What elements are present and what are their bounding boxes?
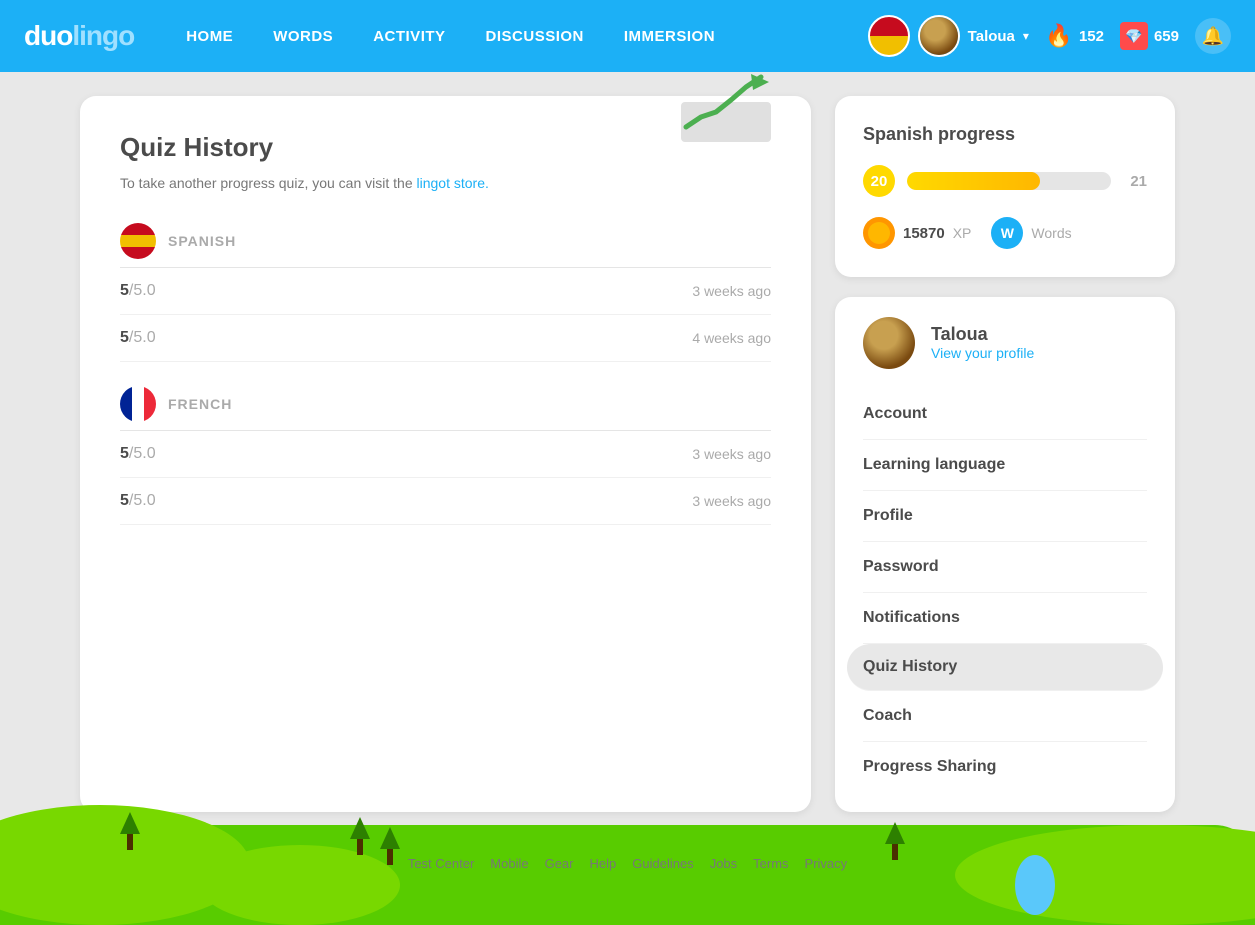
score-value: 5/5.0 <box>120 282 156 300</box>
gems-count: 659 <box>1154 28 1179 45</box>
fire-icon: 🔥 <box>1045 22 1073 50</box>
menu-item-profile[interactable]: Profile <box>863 491 1147 542</box>
french-language-header: FRENCH <box>120 386 771 422</box>
menu-item-coach[interactable]: Coach <box>863 691 1147 742</box>
footer-guidelines[interactable]: Guidelines <box>632 856 693 871</box>
progress-bar-container: 20 21 <box>863 165 1147 197</box>
avatar-image <box>920 17 958 55</box>
profile-header: Taloua View your profile <box>863 317 1147 369</box>
notification-bell-icon[interactable]: 🔔 <box>1195 18 1231 54</box>
user-section[interactable]: Taloua ▾ <box>868 15 1029 57</box>
current-level-badge: 20 <box>863 165 895 197</box>
flag-avatar-container <box>868 15 910 57</box>
score-time: 3 weeks ago <box>692 283 771 299</box>
score-time: 3 weeks ago <box>692 493 771 509</box>
score-time: 3 weeks ago <box>692 446 771 462</box>
stats-row: 15870 XP W Words <box>863 217 1147 249</box>
footer-help[interactable]: Help <box>590 856 617 871</box>
profile-menu-card: Taloua View your profile Account Learnin… <box>835 297 1175 812</box>
avatar <box>918 15 960 57</box>
quiz-history-panel: Quiz History To take another progress qu… <box>80 96 811 812</box>
logo[interactable]: duolingo <box>24 20 134 52</box>
quiz-subtitle: To take another progress quiz, you can v… <box>120 175 489 191</box>
navbar-links: Home Words Activity Discussion Immersion <box>166 0 867 72</box>
table-row: 5/5.0 3 weeks ago <box>120 268 771 315</box>
spanish-flag-icon <box>120 223 156 259</box>
spanish-section: SPANISH 5/5.0 3 weeks ago 5/5.0 4 weeks … <box>120 223 771 362</box>
right-panel: Spanish progress 20 21 15870 XP W <box>835 96 1175 812</box>
spanish-language-header: SPANISH <box>120 223 771 259</box>
profile-name: Taloua <box>931 324 1147 345</box>
logo-text: duolingo <box>24 20 134 52</box>
gems-badge: 💎 659 <box>1120 22 1179 50</box>
progress-bar-fill <box>907 172 1040 190</box>
chart-icon <box>681 72 771 147</box>
nav-home[interactable]: Home <box>166 0 253 72</box>
nav-immersion[interactable]: Immersion <box>604 0 735 72</box>
footer-gear[interactable]: Gear <box>545 856 574 871</box>
french-flag-icon <box>120 386 156 422</box>
xp-label: XP <box>953 225 972 241</box>
menu-item-account[interactable]: Account <box>863 389 1147 440</box>
table-row: 5/5.0 3 weeks ago <box>120 478 771 525</box>
score-value: 5/5.0 <box>120 329 156 347</box>
next-level-label: 21 <box>1123 173 1147 190</box>
spanish-language-name: SPANISH <box>168 233 236 249</box>
footer: Test Center Mobile Gear Help Guidelines … <box>0 836 1255 891</box>
streak-count: 152 <box>1079 28 1104 45</box>
menu-item-quiz-history[interactable]: Quiz History <box>847 644 1163 691</box>
chevron-down-icon: ▾ <box>1023 29 1029 43</box>
footer-mobile[interactable]: Mobile <box>490 856 528 871</box>
table-row: 5/5.0 3 weeks ago <box>120 431 771 478</box>
profile-info: Taloua View your profile <box>931 324 1147 363</box>
progress-bar-track <box>907 172 1111 190</box>
xp-stat: 15870 XP <box>863 217 971 249</box>
spanish-progress-card: Spanish progress 20 21 15870 XP W <box>835 96 1175 277</box>
menu-item-password[interactable]: Password <box>863 542 1147 593</box>
footer-jobs[interactable]: Jobs <box>710 856 737 871</box>
menu-item-notifications[interactable]: Notifications <box>863 593 1147 644</box>
xp-value: 15870 <box>903 225 945 242</box>
table-row: 5/5.0 4 weeks ago <box>120 315 771 362</box>
score-time: 4 weeks ago <box>692 330 771 346</box>
spain-flag-icon <box>868 15 910 57</box>
score-value: 5/5.0 <box>120 492 156 510</box>
navbar-right: Taloua ▾ 🔥 152 💎 659 🔔 <box>868 15 1231 57</box>
nav-discussion[interactable]: Discussion <box>466 0 604 72</box>
xp-circle-icon <box>863 217 895 249</box>
navbar: duolingo Home Words Activity Discussion … <box>0 0 1255 72</box>
footer-privacy[interactable]: Privacy <box>805 856 848 871</box>
score-value: 5/5.0 <box>120 445 156 463</box>
view-profile-link[interactable]: View your profile <box>931 345 1034 361</box>
gem-icon: 💎 <box>1120 22 1148 50</box>
lingot-store-link[interactable]: lingot store. <box>417 175 489 191</box>
profile-avatar <box>863 317 915 369</box>
username-label: Taloua <box>968 28 1015 45</box>
main-content: Quiz History To take another progress qu… <box>0 72 1255 836</box>
french-section: FRENCH 5/5.0 3 weeks ago 5/5.0 3 weeks a… <box>120 386 771 525</box>
streak-badge: 🔥 152 <box>1045 22 1104 50</box>
footer-terms[interactable]: Terms <box>753 856 788 871</box>
footer-test-center[interactable]: Test Center <box>408 856 474 871</box>
quiz-history-title: Quiz History <box>120 132 489 163</box>
progress-title: Spanish progress <box>863 124 1147 145</box>
menu-item-progress-sharing[interactable]: Progress Sharing <box>863 742 1147 792</box>
nav-words[interactable]: Words <box>253 0 353 72</box>
menu-item-learning-language[interactable]: Learning language <box>863 440 1147 491</box>
words-icon: W <box>991 217 1023 249</box>
xp-inner-icon <box>868 222 890 244</box>
nav-activity[interactable]: Activity <box>353 0 465 72</box>
french-language-name: FRENCH <box>168 396 232 412</box>
words-label: Words <box>1031 225 1071 241</box>
words-stat: W Words <box>991 217 1071 249</box>
